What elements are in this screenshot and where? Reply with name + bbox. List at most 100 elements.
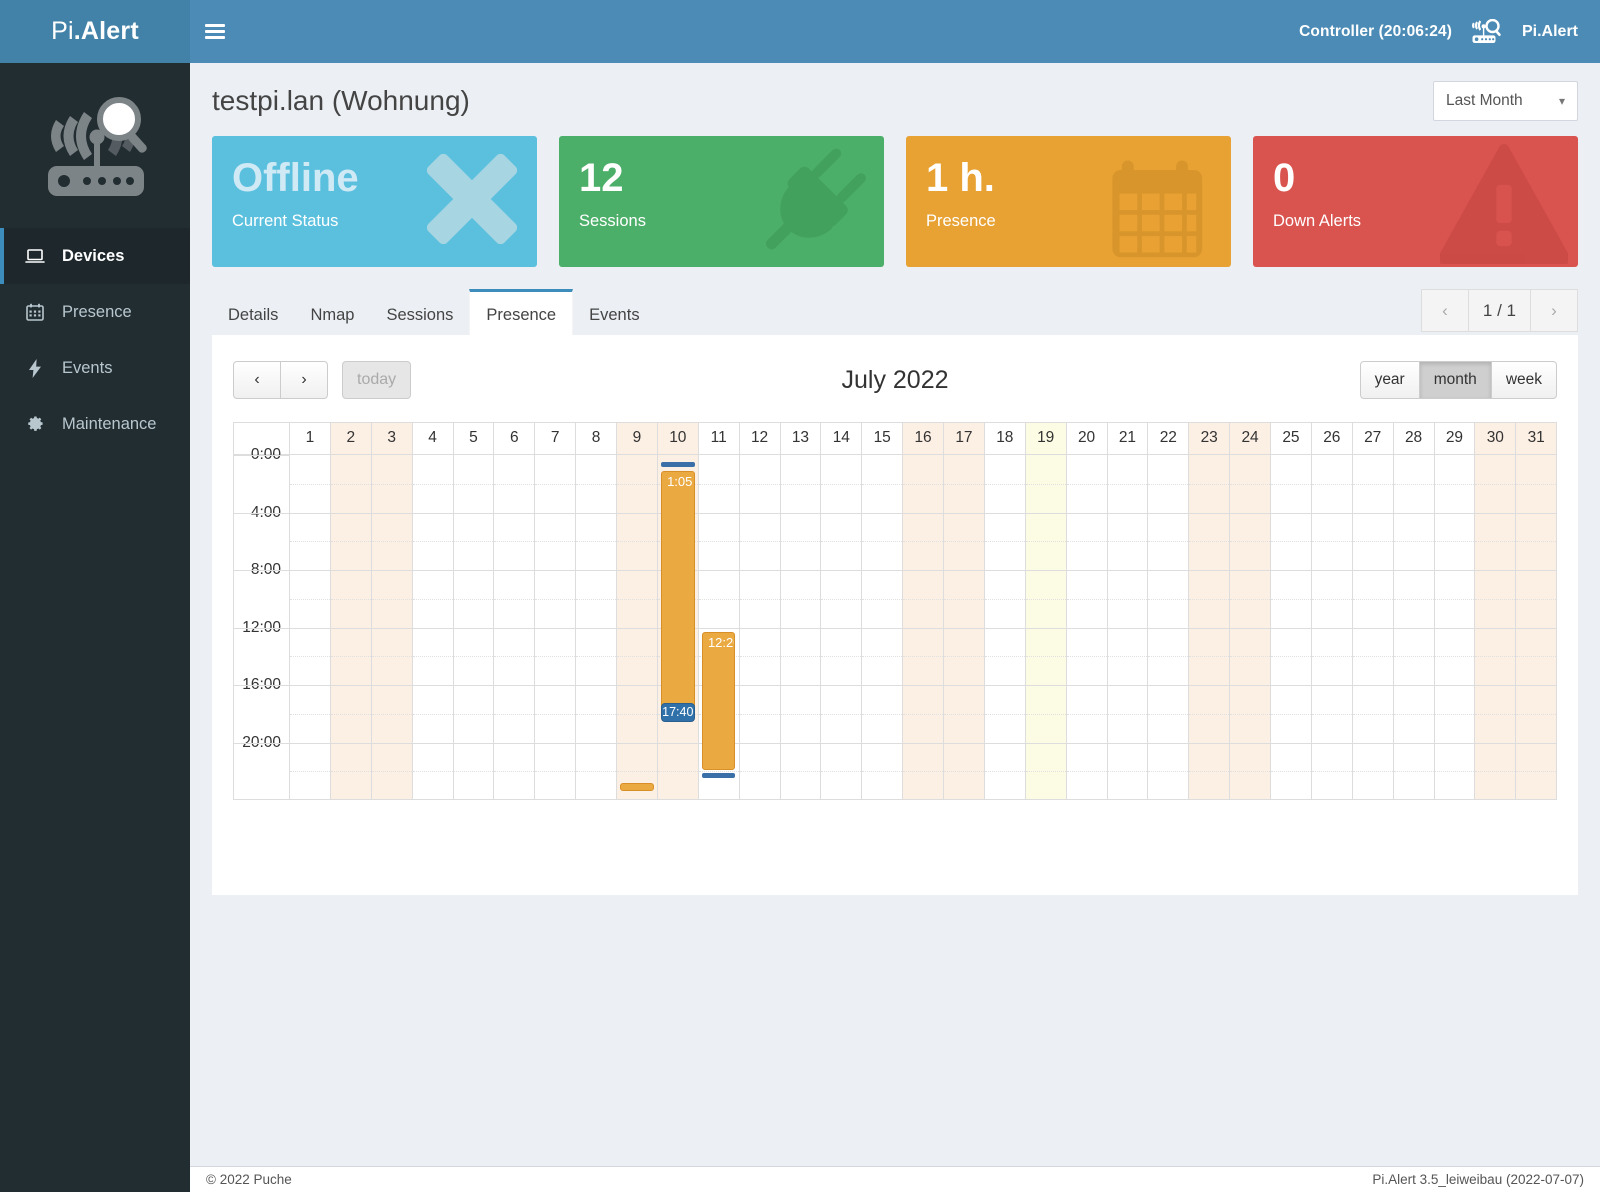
calendar-day-header-28: 28 (1394, 423, 1435, 454)
pagination-next-button[interactable]: › (1530, 289, 1578, 332)
calendar-day-header-9: 9 (617, 423, 658, 454)
calendar-day-column-14[interactable] (821, 455, 862, 799)
pagination: ‹ 1 / 1 › (1422, 289, 1578, 332)
calendar-hour-line (1394, 541, 1434, 542)
sidebar-item-maintenance[interactable]: Maintenance (0, 396, 190, 452)
calendar-day-column-13[interactable] (781, 455, 822, 799)
calendar-hour-line (1516, 714, 1556, 715)
calendar-hour-line (1353, 743, 1393, 744)
calendar-hour-line (781, 513, 821, 514)
calendar-day-column-9[interactable] (617, 455, 658, 799)
calendar-today-button[interactable]: today (342, 361, 411, 399)
calendar-day-column-15[interactable] (862, 455, 903, 799)
calendar-day-column-1[interactable] (290, 455, 331, 799)
calendar-day-header-11: 11 (699, 423, 740, 454)
calendar-hour-line (1475, 484, 1515, 485)
hamburger-icon[interactable] (190, 0, 240, 63)
tab-presence[interactable]: Presence (469, 289, 573, 335)
calendar-hour-line (535, 541, 575, 542)
calendar-day-column-8[interactable] (576, 455, 617, 799)
calendar-day-column-17[interactable] (944, 455, 985, 799)
calendar-day-column-11[interactable]: 12:20 (699, 455, 740, 799)
card-presence[interactable]: 1 h. Presence (906, 136, 1231, 267)
calendar-hour-line (1189, 743, 1229, 744)
calendar-hour-line (985, 656, 1025, 657)
calendar-day-column-10[interactable]: 1:05 - 17:40 (658, 455, 699, 799)
status-cards: Offline Current Status 12 Sessions (212, 136, 1578, 267)
tab-events[interactable]: Events (573, 289, 655, 335)
calendar-hour-line (1108, 771, 1148, 772)
calendar-day-column-7[interactable] (535, 455, 576, 799)
calendar-event[interactable]: 1:05 - (661, 471, 694, 709)
sidebar-item-events[interactable]: Events (0, 340, 190, 396)
footer-copyright: © 2022 Puche (206, 1172, 292, 1187)
calendar-hour-line (1271, 628, 1311, 629)
app-logo[interactable]: Pi.Alert (0, 0, 190, 63)
calendar-day-column-29[interactable] (1435, 455, 1476, 799)
calendar-day-header-6: 6 (494, 423, 535, 454)
calendar-hour-line (234, 743, 289, 744)
calendar-hour-line (617, 771, 657, 772)
calendar-day-column-23[interactable] (1189, 455, 1230, 799)
calendar-event[interactable] (620, 783, 653, 792)
event-end-marker (702, 773, 735, 778)
calendar-day-header-23: 23 (1189, 423, 1230, 454)
calendar-hour-line (1394, 513, 1434, 514)
calendar-hour-line (1516, 484, 1556, 485)
calendar-day-column-20[interactable] (1067, 455, 1108, 799)
calendar-hour-line (1108, 656, 1148, 657)
calendar-day-column-21[interactable] (1108, 455, 1149, 799)
calendar-hour-line (1353, 685, 1393, 686)
calendar-day-column-26[interactable] (1312, 455, 1353, 799)
calendar-hour-line (658, 743, 698, 744)
calendar-hour-line (699, 541, 739, 542)
calendar-hour-line (1148, 685, 1188, 686)
calendar-day-column-2[interactable] (331, 455, 372, 799)
calendar-day-column-6[interactable] (494, 455, 535, 799)
calendar-day-column-27[interactable] (1353, 455, 1394, 799)
sidebar-item-presence[interactable]: Presence (0, 284, 190, 340)
calendar-next-button[interactable]: › (280, 361, 328, 399)
calendar-day-column-25[interactable] (1271, 455, 1312, 799)
calendar-day-header-25: 25 (1271, 423, 1312, 454)
event-end-badge[interactable]: 17:40 (661, 703, 694, 722)
view-month-button[interactable]: month (1419, 361, 1492, 399)
calendar-event[interactable]: 12:20 (702, 632, 735, 770)
calendar-day-column-22[interactable] (1148, 455, 1189, 799)
calendar-hour-line (781, 743, 821, 744)
sidebar-item-devices[interactable]: Devices (0, 228, 190, 284)
calendar-hour-line (1230, 513, 1270, 514)
pagination-prev-button[interactable]: ‹ (1421, 289, 1469, 332)
calendar-hour-line (617, 570, 657, 571)
tab-details[interactable]: Details (212, 289, 294, 335)
period-select[interactable]: Last Month ▾ (1433, 81, 1578, 121)
calendar-hour-line (454, 628, 494, 629)
calendar-day-column-12[interactable] (740, 455, 781, 799)
view-year-button[interactable]: year (1360, 361, 1420, 399)
calendar-day-column-31[interactable] (1516, 455, 1556, 799)
calendar-hour-line (1108, 599, 1148, 600)
card-down-alerts[interactable]: 0 Down Alerts (1253, 136, 1578, 267)
tab-sessions[interactable]: Sessions (370, 289, 469, 335)
calendar-day-column-30[interactable] (1475, 455, 1516, 799)
view-week-button[interactable]: week (1491, 361, 1557, 399)
calendar-hour-line (781, 771, 821, 772)
calendar-day-column-24[interactable] (1230, 455, 1271, 799)
calendar-day-header-2: 2 (331, 423, 372, 454)
calendar-day-column-18[interactable] (985, 455, 1026, 799)
calendar-prev-button[interactable]: ‹ (233, 361, 281, 399)
calendar-day-column-3[interactable] (372, 455, 413, 799)
calendar-hour-line (1026, 771, 1066, 772)
calendar-hour-line (1148, 743, 1188, 744)
calendar-event-time: 1:05 - (667, 474, 694, 489)
calendar-hour-line (1067, 570, 1107, 571)
calendar-day-column-16[interactable] (903, 455, 944, 799)
calendar-day-column-5[interactable] (454, 455, 495, 799)
calendar-day-column-19[interactable] (1026, 455, 1067, 799)
card-sessions[interactable]: 12 Sessions (559, 136, 884, 267)
tab-nmap[interactable]: Nmap (294, 289, 370, 335)
calendar-day-column-4[interactable] (413, 455, 454, 799)
card-current-status[interactable]: Offline Current Status (212, 136, 537, 267)
calendar-day-column-28[interactable] (1394, 455, 1435, 799)
calendar-hour-line (1394, 484, 1434, 485)
